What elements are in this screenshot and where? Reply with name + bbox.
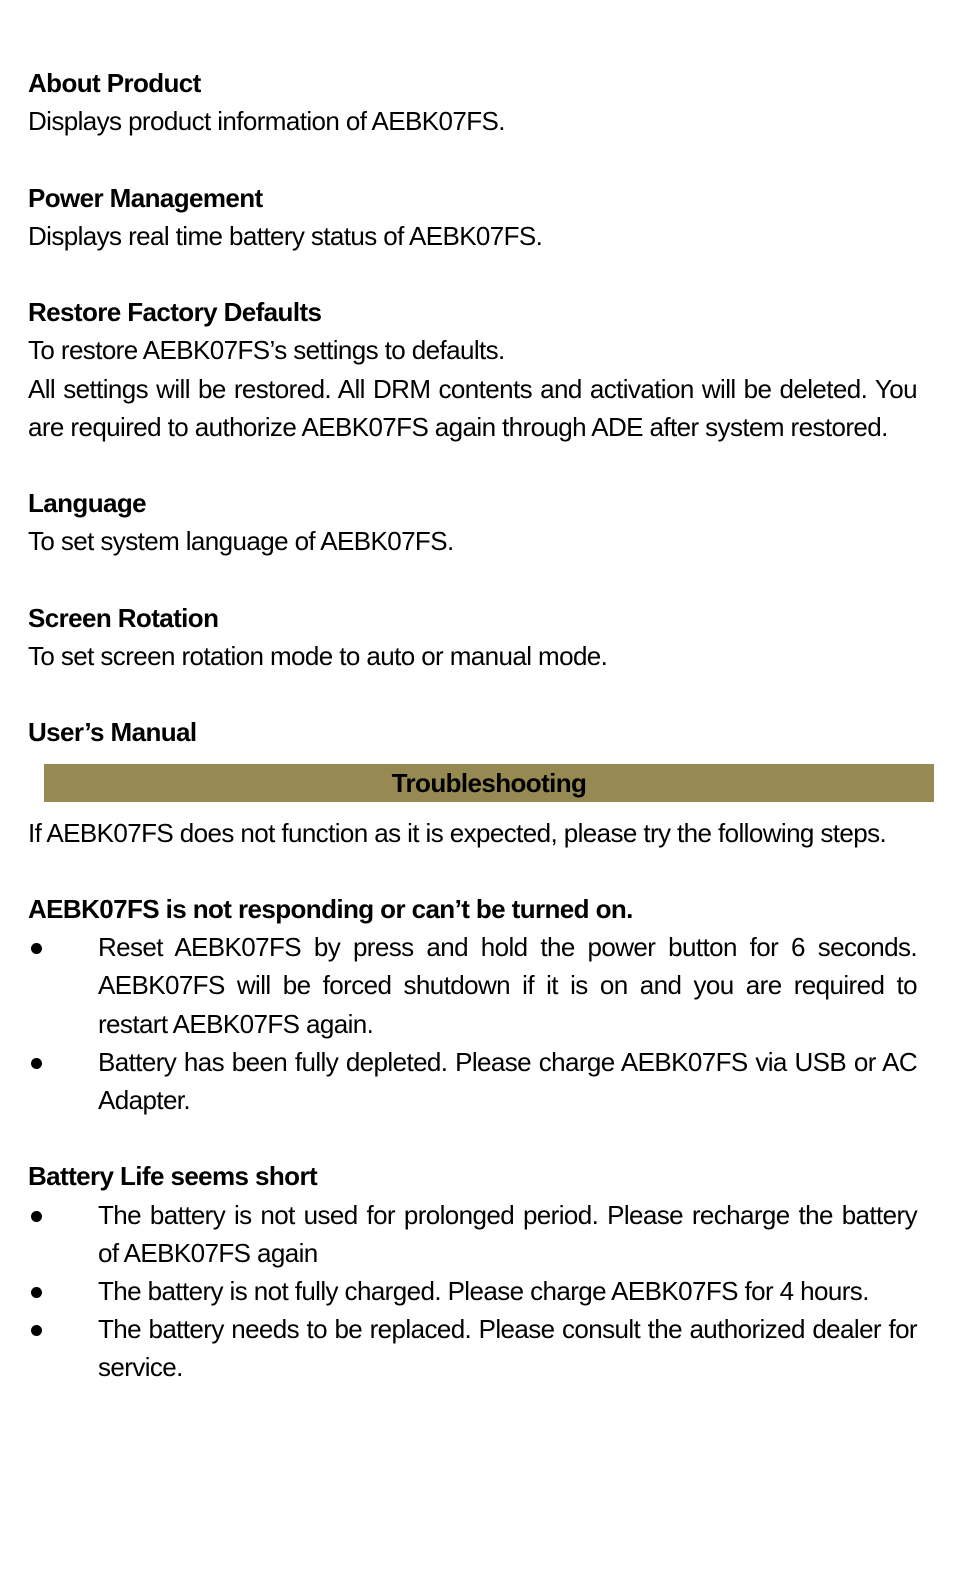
list-item-text: The battery is not fully charged. Please…: [98, 1275, 869, 1306]
issue-steps-list: The battery is not used for prolonged pe…: [28, 1196, 918, 1387]
list-item: The battery is not used for prolonged pe…: [28, 1196, 918, 1272]
section-text: All settings will be restored. All DRM c…: [28, 373, 918, 442]
troubleshooting-intro: If AEBK07FS does not function as it is e…: [28, 817, 887, 848]
list-item: The battery needs to be replaced. Please…: [28, 1310, 918, 1386]
issue-not-responding: AEBK07FS is not responding or can’t be t…: [28, 890, 918, 1119]
section-heading: Restore Factory Defaults: [28, 297, 322, 328]
bullet-icon: [31, 1325, 42, 1337]
section-heading: Language: [28, 488, 147, 519]
list-item-text: The battery is not used for prolonged pe…: [98, 1199, 918, 1268]
issue-heading: AEBK07FS is not responding or can’t be t…: [28, 893, 633, 924]
issue-heading: Battery Life seems short: [28, 1161, 318, 1192]
list-item-text: Reset AEBK07FS by press and hold the pow…: [98, 932, 918, 1039]
bullet-icon: [31, 1286, 42, 1298]
section-language: Language To set system language of AEBK0…: [28, 484, 917, 560]
section-power-management: Power Management Displays real time batt…: [28, 179, 917, 255]
section-text: To set system language of AEBK07FS.: [28, 526, 454, 557]
section-heading: Power Management: [28, 182, 263, 213]
section-about-product: About Product Displays product informati…: [28, 64, 917, 140]
section-heading: User’s Manual: [28, 717, 197, 748]
issue-battery-life: Battery Life seems short The battery is …: [28, 1157, 918, 1387]
issue-steps-list: Reset AEBK07FS by press and hold the pow…: [28, 928, 918, 1119]
manual-page: About Product Displays product informati…: [28, 64, 934, 1387]
list-item-text: Battery has been fully depleted. Please …: [98, 1046, 918, 1115]
section-users-manual: User’s Manual: [28, 713, 917, 751]
section-heading: Screen Rotation: [28, 602, 219, 633]
section-restore-factory-defaults: Restore Factory Defaults To restore AEBK…: [28, 293, 918, 446]
troubleshooting-banner: Troubleshooting: [44, 763, 934, 802]
list-item-text: The battery needs to be replaced. Please…: [98, 1314, 918, 1383]
bullet-icon: [31, 1057, 42, 1069]
section-text: To restore AEBK07FS’s settings to defaul…: [28, 335, 505, 366]
bullet-icon: [31, 1210, 42, 1222]
section-screen-rotation: Screen Rotation To set screen rotation m…: [28, 599, 917, 675]
section-heading: About Product: [28, 68, 201, 98]
section-text: To set screen rotation mode to auto or m…: [28, 640, 608, 671]
section-text: Displays product information of AEBK07FS…: [28, 106, 505, 137]
section-text: Displays real time battery status of AEB…: [28, 220, 543, 251]
bullet-icon: [31, 943, 42, 955]
list-item: Reset AEBK07FS by press and hold the pow…: [28, 928, 918, 1043]
list-item: Battery has been fully depleted. Please …: [28, 1043, 918, 1119]
list-item: The battery is not fully charged. Please…: [28, 1272, 917, 1310]
